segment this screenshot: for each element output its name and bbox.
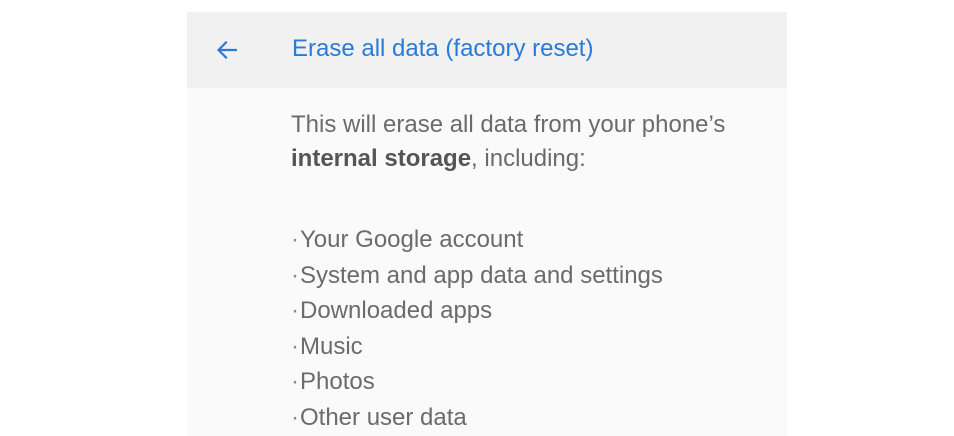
back-button[interactable] [207, 30, 247, 70]
bullet: · [291, 297, 299, 324]
intro-text-bold: internal storage [291, 145, 472, 172]
bullet: · [291, 226, 299, 253]
intro-text-end: , including: [471, 145, 586, 172]
list-item-label: Your Google account [300, 226, 524, 253]
list-item-label: Other user data [300, 403, 467, 431]
bullet: · [291, 261, 299, 289]
list-item: ·Photos [291, 364, 663, 400]
factory-reset-screen: Erase all data (factory reset) This will… [187, 12, 787, 436]
bullet: · [291, 368, 299, 395]
list-item-label: Music [300, 332, 363, 360]
arrow-left-icon [217, 41, 237, 59]
list-item: ·Music [291, 329, 663, 365]
bullet: · [291, 332, 299, 360]
intro-text-start: This will erase all data from your phone… [291, 111, 726, 138]
page-title: Erase all data (factory reset) [292, 35, 594, 62]
list-item: ·Other user data [291, 400, 663, 436]
content-area: This will erase all data from your phone… [291, 108, 771, 431]
list-item-label: Downloaded apps [300, 297, 493, 324]
list-item: ·Downloaded apps [291, 293, 663, 329]
list-item: ·System and app data and settings [291, 258, 663, 294]
app-bar: Erase all data (factory reset) [187, 12, 787, 88]
list-item-label: System and app data and settings [300, 261, 663, 289]
erased-items-list: ·Your Google account ·System and app dat… [291, 222, 663, 435]
intro-text: This will erase all data from your phone… [291, 108, 771, 176]
bullet: · [291, 403, 299, 431]
list-item-label: Photos [300, 368, 375, 395]
list-item: ·Your Google account [291, 222, 663, 258]
